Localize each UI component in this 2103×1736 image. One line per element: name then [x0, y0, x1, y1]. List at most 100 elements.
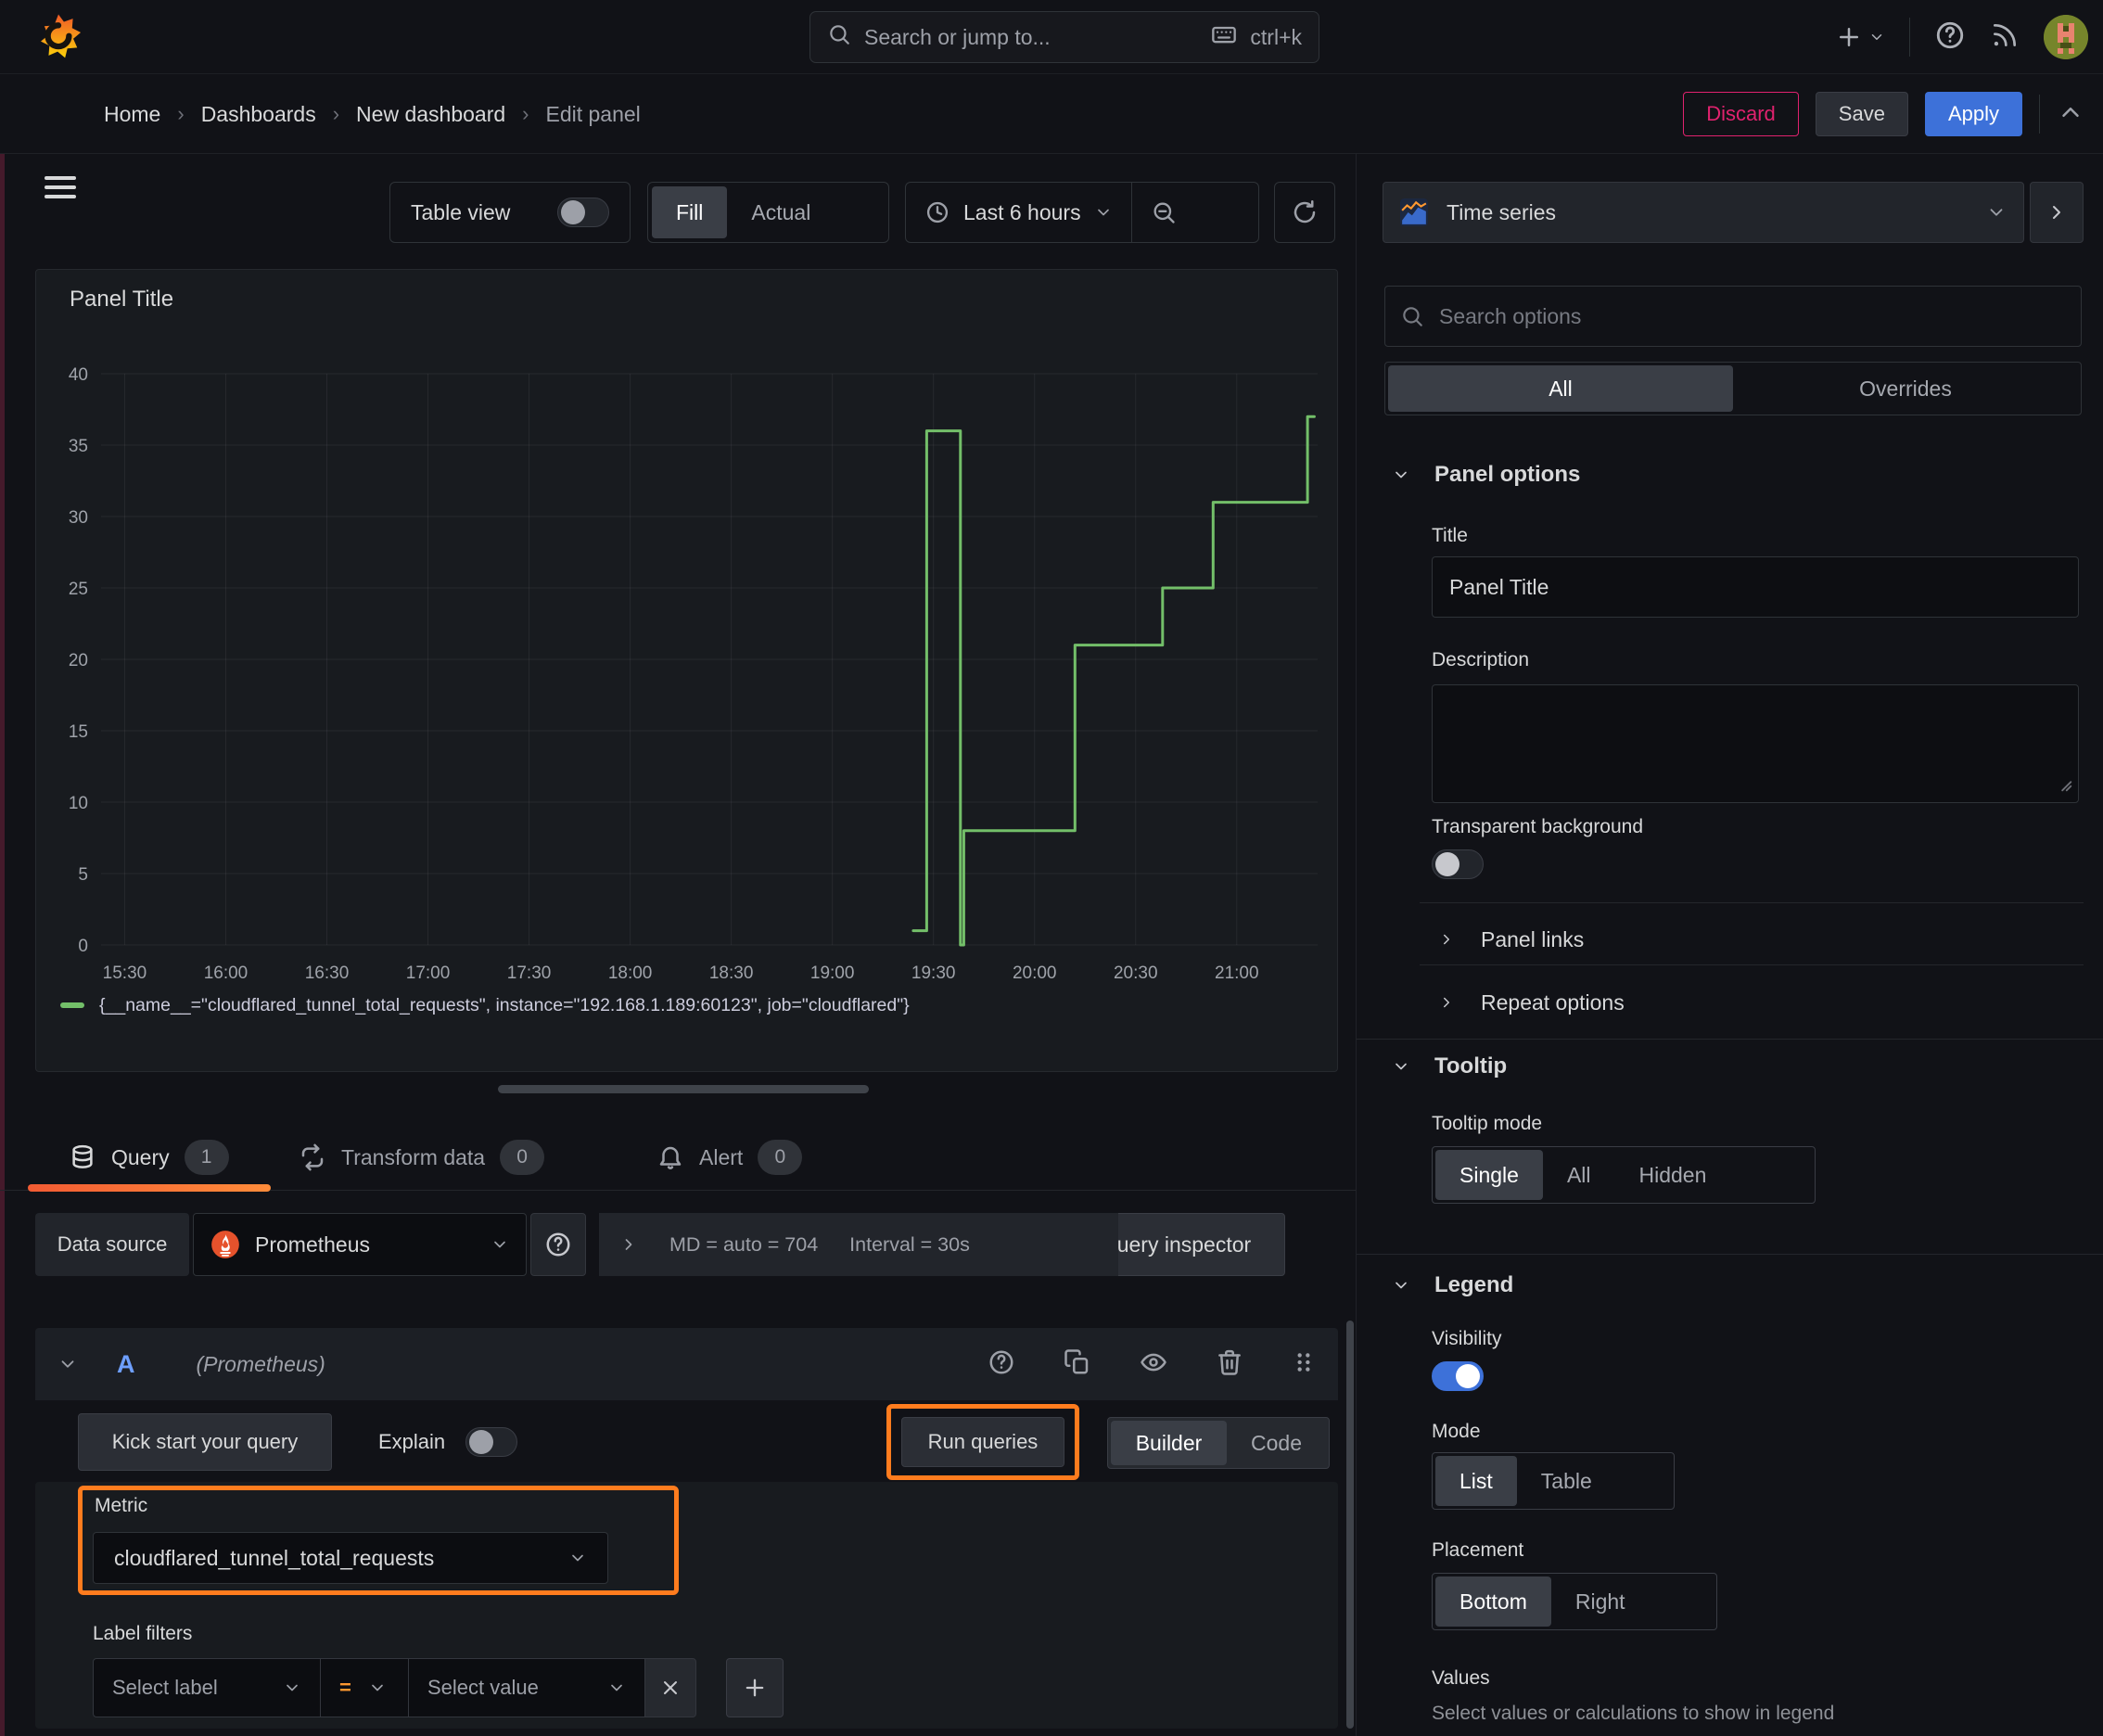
svg-text:18:30: 18:30: [709, 964, 754, 983]
tab-overrides[interactable]: Overrides: [1733, 365, 2078, 412]
repeat-options-section-header[interactable]: Repeat options: [1438, 977, 1625, 1028]
legend-mode-list[interactable]: List: [1435, 1456, 1517, 1506]
operator-dropdown[interactable]: =: [320, 1658, 409, 1717]
discard-button[interactable]: Discard: [1683, 92, 1799, 136]
datasource-label: Data source: [35, 1213, 189, 1276]
tooltip-mode-group: Single All Hidden: [1432, 1146, 1816, 1204]
datasource-help-button[interactable]: [530, 1213, 586, 1276]
disable-query-button[interactable]: [1140, 1348, 1167, 1381]
table-view-label: Table view: [411, 199, 511, 224]
add-filter-button[interactable]: [726, 1658, 784, 1717]
time-series-chart-canvas[interactable]: 0 5 10 15 20 25 30 35 40 15:30 16:00 16:30 17:00 17:3…: [36, 270, 1338, 1012]
bell-icon: [659, 1146, 682, 1169]
svg-text:17:00: 17:00: [406, 964, 451, 983]
tab-query[interactable]: Query 1: [69, 1124, 229, 1191]
actual-option[interactable]: Actual: [727, 186, 835, 238]
legend-visibility-toggle[interactable]: [1432, 1361, 1484, 1391]
query-row-header[interactable]: A (Prometheus): [35, 1328, 1338, 1400]
search-shortcut: ctrl+k: [1250, 24, 1302, 49]
legend-placement-right[interactable]: Right: [1551, 1576, 1650, 1627]
description-textarea[interactable]: [1432, 684, 2079, 803]
collapse-header-button[interactable]: [2057, 98, 2084, 131]
chevron-down-icon: [1097, 209, 1109, 216]
breadcrumb-separator: ›: [522, 102, 529, 125]
panel-title-input[interactable]: [1432, 556, 2079, 618]
transform-icon: [301, 1143, 324, 1171]
transparent-background-toggle[interactable]: [1432, 849, 1484, 879]
tooltip-mode-single[interactable]: Single: [1435, 1150, 1543, 1200]
grafana-logo-icon[interactable]: [33, 12, 83, 62]
legend-placement-label: Placement: [1432, 1539, 1524, 1561]
select-value-placeholder: Select value: [427, 1676, 539, 1699]
remove-filter-button[interactable]: [644, 1658, 696, 1717]
new-menu-button[interactable]: [1835, 23, 1885, 51]
help-button[interactable]: [1934, 19, 1966, 56]
svg-text:0: 0: [78, 937, 88, 956]
tab-alert[interactable]: Alert 0: [656, 1124, 803, 1191]
query-editor-body: Metric cloudflared_tunnel_total_requests…: [35, 1482, 1338, 1729]
tooltip-mode-all[interactable]: All: [1543, 1150, 1615, 1200]
select-value-dropdown[interactable]: Select value: [408, 1658, 645, 1717]
scrollbar-thumb[interactable]: [1346, 1321, 1354, 1729]
panel-links-label: Panel links: [1481, 926, 1585, 951]
svg-text:10: 10: [69, 794, 88, 813]
breadcrumb-separator: ›: [332, 102, 340, 125]
explain-control: Explain: [378, 1413, 518, 1471]
nav-bar: Home › Dashboards › New dashboard › Edit…: [0, 74, 2103, 198]
select-label-dropdown[interactable]: Select label: [93, 1658, 321, 1717]
tab-transform-data[interactable]: Transform data 0: [299, 1124, 545, 1191]
news-rss-button[interactable]: [1990, 20, 2020, 55]
tab-all[interactable]: All: [1388, 365, 1733, 412]
run-queries-button[interactable]: Run queries: [901, 1417, 1064, 1467]
zoom-out-time-button[interactable]: [1132, 183, 1195, 242]
tooltip-mode-hidden[interactable]: Hidden: [1615, 1150, 1731, 1200]
menu-toggle-button[interactable]: [43, 171, 80, 208]
refresh-button[interactable]: [1274, 182, 1335, 243]
collapse-options-pane-button[interactable]: [2030, 182, 2084, 243]
kick-start-query-button[interactable]: Kick start your query: [78, 1413, 332, 1471]
legend-mode-table[interactable]: Table: [1517, 1456, 1616, 1506]
database-icon: [72, 1144, 93, 1168]
visualization-picker[interactable]: Time series: [1383, 182, 2024, 243]
label-filter-row: Select label = Select value: [93, 1658, 784, 1717]
breadcrumb-separator: ›: [177, 102, 185, 125]
legend-placement-bottom[interactable]: Bottom: [1435, 1576, 1551, 1627]
topbar-divider: [1909, 18, 1910, 57]
code-option[interactable]: Code: [1227, 1421, 1326, 1465]
breadcrumb-home[interactable]: Home: [104, 102, 160, 127]
breadcrumb-dashboards[interactable]: Dashboards: [201, 102, 316, 127]
delete-query-button[interactable]: [1216, 1348, 1243, 1381]
textarea-resize-grip[interactable]: [2054, 773, 2074, 798]
query-options-summary[interactable]: MD = auto = 704 Interval = 30s: [599, 1213, 1118, 1276]
save-button[interactable]: Save: [1815, 92, 1908, 136]
tooltip-section-header[interactable]: Tooltip: [1392, 1053, 1507, 1079]
breadcrumb-new-dashboard[interactable]: New dashboard: [356, 102, 505, 127]
user-avatar[interactable]: [2044, 15, 2088, 59]
table-view-toggle[interactable]: [557, 198, 609, 227]
editor-resize-handle[interactable]: [498, 1085, 869, 1093]
query-help-button[interactable]: [988, 1348, 1015, 1381]
apply-button[interactable]: Apply: [1924, 92, 2022, 136]
panel-links-section-header[interactable]: Panel links: [1438, 914, 1584, 964]
time-series-viz-icon: [1400, 198, 1428, 226]
query-datasource-name: (Prometheus): [196, 1351, 325, 1376]
panel-preview-card: Panel Title 0 5 10 15 20 25 30 35 40 15:30 16:00 16…: [35, 269, 1338, 1072]
options-search-input[interactable]: [1439, 303, 1995, 329]
options-search-field[interactable]: [1384, 286, 2082, 347]
screen-edge-strip: [0, 0, 5, 1736]
plus-icon: [746, 1679, 764, 1697]
collapse-query-chevron-icon: [61, 1360, 74, 1368]
explain-toggle[interactable]: [465, 1427, 518, 1457]
chevron-down-icon: [494, 1241, 505, 1248]
global-search-input[interactable]: Search or jump to... ctrl+k: [809, 11, 1319, 63]
legend-series-label[interactable]: {__name__="cloudflared_tunnel_total_requ…: [99, 995, 910, 1016]
time-range-picker[interactable]: Last 6 hours: [906, 183, 1131, 242]
datasource-picker[interactable]: Prometheus: [193, 1213, 527, 1276]
drag-query-handle[interactable]: [1292, 1348, 1316, 1381]
legend-section-header[interactable]: Legend: [1392, 1272, 1513, 1298]
svg-text:16:00: 16:00: [204, 964, 249, 983]
builder-option[interactable]: Builder: [1111, 1421, 1228, 1465]
fill-option[interactable]: Fill: [652, 186, 728, 238]
duplicate-query-button[interactable]: [1064, 1348, 1091, 1381]
panel-options-section-header[interactable]: Panel options: [1392, 462, 1580, 488]
